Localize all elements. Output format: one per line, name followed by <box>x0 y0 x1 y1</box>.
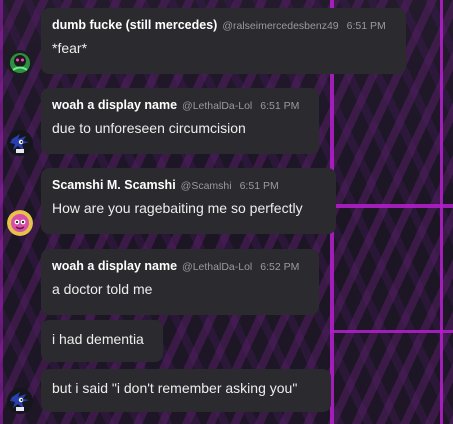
timestamp: 6:51 PM <box>239 180 279 192</box>
message-bubble[interactable]: but i said "i don't remember asking you" <box>41 369 331 412</box>
message-list: dumb fucke (still mercedes) @ralseimerce… <box>0 0 453 424</box>
message-text: a doctor told me <box>52 281 153 297</box>
message-header: dumb fucke (still mercedes) @ralseimerce… <box>52 18 395 36</box>
message-header: Scamshi M. Scamshi @Scamshi 6:51 PM <box>52 178 325 196</box>
yellow-pink-avatar-icon[interactable] <box>7 210 33 236</box>
message-header: woah a display name @LethalDa-Lol 6:51 P… <box>52 98 308 116</box>
blue-hedgehog-avatar-icon[interactable] <box>7 130 33 156</box>
username[interactable]: woah a display name <box>52 98 177 112</box>
user-handle: @ralseimercedesbenz49 <box>222 20 339 32</box>
message-text: *fear* <box>52 40 88 56</box>
timestamp: 6:51 PM <box>346 20 386 32</box>
message-text: i had dementia <box>52 331 144 347</box>
username[interactable]: woah a display name <box>52 259 177 273</box>
message-text: but i said "i don't remember asking you" <box>52 380 298 396</box>
message-bubble[interactable]: woah a display name @LethalDa-Lol 6:52 P… <box>41 249 319 315</box>
username[interactable]: dumb fucke (still mercedes) <box>52 18 217 32</box>
blue-hedgehog-avatar-icon[interactable] <box>7 388 33 414</box>
username[interactable]: Scamshi M. Scamshi <box>52 178 176 192</box>
message-bubble[interactable]: Scamshi M. Scamshi @Scamshi 6:51 PM How … <box>41 168 336 234</box>
message-bubble[interactable]: woah a display name @LethalDa-Lol 6:51 P… <box>41 88 319 154</box>
message-bubble[interactable]: i had dementia <box>41 320 163 362</box>
message-header: woah a display name @LethalDa-Lol 6:52 P… <box>52 259 308 277</box>
message-text: How are you ragebaiting me so perfectly <box>52 200 303 216</box>
message-text: due to unforeseen circumcision <box>52 120 246 136</box>
user-handle: @LethalDa-Lol <box>182 261 253 273</box>
timestamp: 6:51 PM <box>260 100 300 112</box>
user-handle: @LethalDa-Lol <box>182 100 253 112</box>
green-creature-avatar-icon[interactable] <box>7 50 33 76</box>
user-handle: @Scamshi <box>180 180 232 192</box>
message-bubble[interactable]: dumb fucke (still mercedes) @ralseimerce… <box>41 8 406 74</box>
timestamp: 6:52 PM <box>260 261 300 273</box>
